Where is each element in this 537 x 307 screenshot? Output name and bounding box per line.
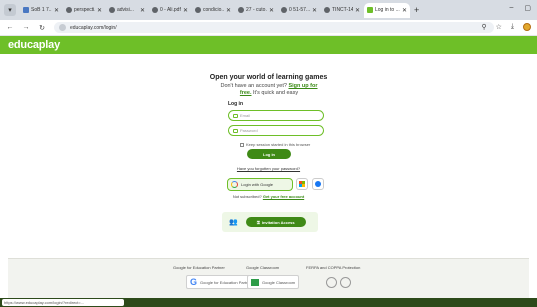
login-section-label: Log in (228, 101, 243, 107)
footer: Google for Education Partner G Google fo… (8, 258, 529, 298)
status-url: https://www.educaplay.com/login/?redirec… (2, 299, 124, 306)
url-text: educaplay.com/login/ (70, 24, 117, 31)
coppa-seal-icon (340, 277, 351, 288)
zoom-icon[interactable]: ⚲ (481, 23, 486, 31)
browser-tab[interactable]: SoB 1 7... ✕ (20, 3, 62, 18)
keep-session-checkbox[interactable] (240, 142, 244, 147)
tab-close-icon[interactable]: ✕ (402, 7, 407, 14)
password-field[interactable]: Password (228, 125, 324, 136)
tab-close-icon[interactable]: ✕ (269, 7, 274, 14)
microsoft-login-button[interactable] (296, 178, 308, 190)
address-bar-row: ← → ↻ educaplay.com/login/ ⚲ ☆ ⤓ (0, 20, 537, 36)
browser-tab-bar: ▾ SoB 1 7...✕ perspecti...✕ advisi...✕ 0… (0, 0, 537, 20)
status-bar: https://www.educaplay.com/login/?redirec… (0, 298, 537, 307)
app-header: educaplay (0, 36, 537, 54)
tab-favicon-icon (23, 7, 29, 13)
forgot-password-link[interactable]: Have you forgotten your password? (0, 166, 537, 171)
key-icon: ⚿ (256, 219, 260, 225)
tab-favicon-icon (66, 7, 72, 13)
bookmark-star-icon[interactable]: ☆ (496, 23, 502, 31)
browser-tab[interactable]: 27 - cuto...✕ (235, 3, 277, 18)
minimize-icon[interactable]: – (509, 4, 513, 12)
google-partner-badge[interactable]: G Google for Education Partner (186, 275, 256, 289)
maximize-icon[interactable]: ▢ (524, 4, 531, 12)
tab-favicon-icon (281, 7, 287, 13)
login-page: Open your world of learning games Don't … (0, 54, 537, 259)
keep-session-option[interactable]: Keep session started in this browser (240, 142, 310, 147)
tab-favicon-icon (367, 7, 373, 13)
tab-favicon-icon (109, 7, 115, 13)
profile-avatar[interactable] (523, 23, 531, 31)
login-button[interactable]: Log in (247, 149, 291, 159)
classroom-icon (251, 278, 259, 286)
tab-favicon-icon (195, 7, 201, 13)
invitation-access-button[interactable]: ⚿ Invitation Access (245, 217, 306, 227)
footer-privacy-title: FERPA and COPPA Protection (306, 265, 361, 270)
tab-close-icon[interactable]: ✕ (97, 7, 102, 14)
tab-close-icon[interactable]: ✕ (183, 7, 188, 14)
google-g-icon: G (190, 277, 198, 287)
tab-close-icon[interactable]: ✕ (226, 7, 231, 14)
browser-tab[interactable]: advisi... ✕ (106, 3, 148, 18)
lock-icon (233, 128, 238, 133)
tab-favicon-icon (152, 7, 158, 13)
ferpa-seal-icon (326, 277, 337, 288)
page-title: Open your world of learning games (209, 74, 328, 81)
educaplay-logo[interactable]: educaplay (8, 39, 60, 51)
browser-tab[interactable]: TINCT-141...✕ (321, 3, 363, 18)
signup-prompt: Don't have an account yet? Sign up for f… (220, 83, 318, 96)
footer-partner-title: Google for Education Partner (173, 265, 225, 270)
google-login-button[interactable]: Login with Google (227, 178, 293, 191)
download-icon[interactable]: ⤓ (511, 23, 514, 31)
new-tab-icon[interactable]: + (414, 5, 419, 15)
tab-close-icon[interactable]: ✕ (140, 7, 145, 14)
toolbar-icons: ⚲ ☆ ⤓ (481, 23, 531, 31)
no-account-prompt: Not subscribed? Get your free account (232, 194, 305, 199)
browser-tab[interactable]: 0 51-57... ✕ (278, 3, 320, 18)
window-controls: – ▢ (509, 4, 531, 12)
browser-tab-active[interactable]: Log in to ... ✕ (364, 2, 410, 18)
browser-tab[interactable]: perspecti...✕ (63, 3, 105, 18)
students-icon: 👥 (229, 219, 238, 226)
tab-favicon-icon (238, 7, 244, 13)
facebook-icon (315, 181, 321, 187)
email-field[interactable]: Email (228, 110, 324, 121)
invitation-panel: 👥 ⚿ Invitation Access (222, 212, 318, 232)
tab-close-icon[interactable]: ✕ (312, 7, 317, 14)
browser-tab[interactable]: condicio... ✕ (192, 3, 234, 18)
tab-close-icon[interactable]: ✕ (355, 7, 360, 14)
reload-icon[interactable]: ↻ (38, 24, 46, 32)
facebook-login-button[interactable] (312, 178, 324, 190)
tab-search-icon[interactable]: ▾ (4, 4, 16, 16)
browser-tab[interactable]: 0 - Ali.pdf ✕ (149, 3, 191, 18)
forward-icon[interactable]: → (22, 24, 30, 31)
back-icon[interactable]: ← (6, 24, 14, 31)
free-account-link[interactable]: Get your free account (263, 194, 304, 199)
footer-classroom-title: Google Classroom (246, 265, 280, 270)
envelope-icon (233, 113, 238, 118)
privacy-badges (326, 277, 351, 288)
site-info-icon[interactable] (59, 24, 66, 31)
tab-close-icon[interactable]: ✕ (54, 7, 59, 14)
tab-favicon-icon (324, 7, 330, 13)
url-input[interactable]: educaplay.com/login/ (54, 22, 494, 33)
google-icon (231, 181, 238, 188)
google-classroom-badge[interactable]: Google Classroom (247, 275, 300, 289)
